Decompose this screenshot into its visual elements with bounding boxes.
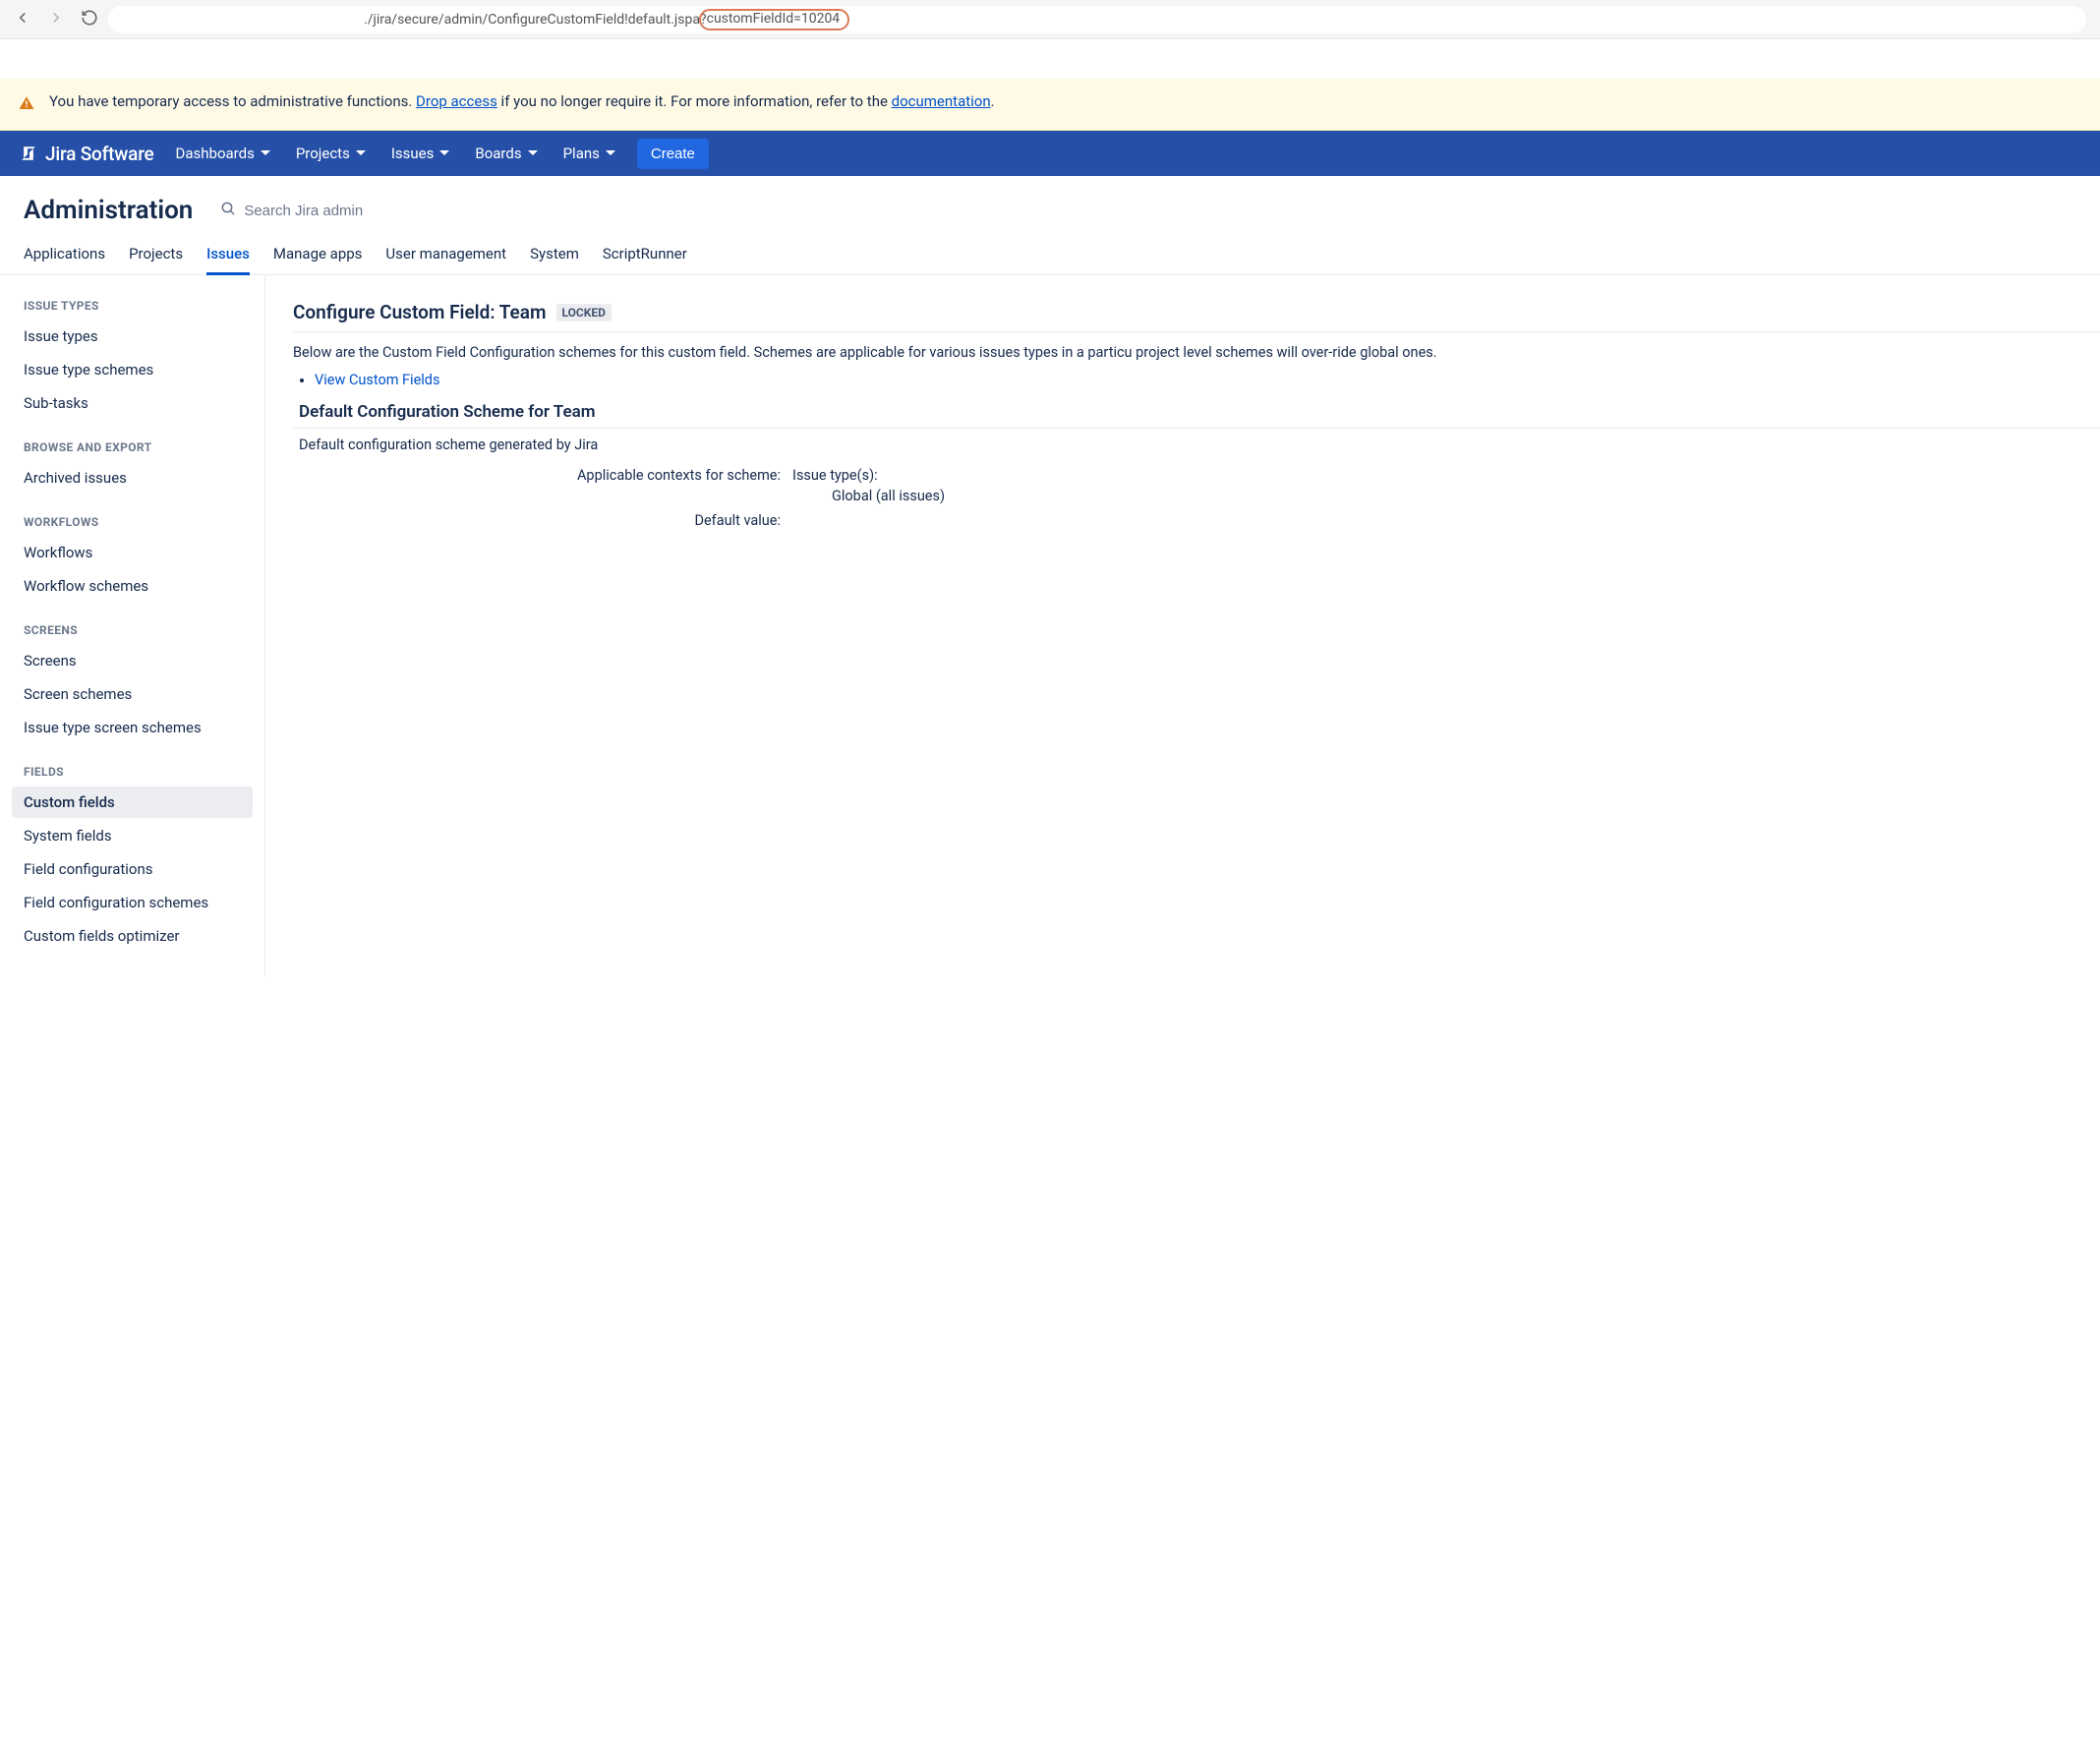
banner-text-mid: if you no longer require it. For more in… xyxy=(497,92,892,110)
nav-boards[interactable]: Boards xyxy=(471,145,541,162)
sidebar-item-issue-types[interactable]: Issue types xyxy=(12,321,253,352)
sidebar-item-screen-schemes[interactable]: Screen schemes xyxy=(12,678,253,710)
banner-text: You have temporary access to administrat… xyxy=(49,92,416,110)
scheme-description: Default configuration scheme generated b… xyxy=(293,429,2100,467)
tab-scriptrunner[interactable]: ScriptRunner xyxy=(603,245,687,274)
issue-types-label: Issue type(s): xyxy=(792,467,878,484)
chevron-down-icon xyxy=(439,148,449,158)
admin-header: Administration xyxy=(0,176,2100,235)
sidebar-item-issue-type-schemes[interactable]: Issue type schemes xyxy=(12,354,253,385)
admin-tabs: Applications Projects Issues Manage apps… xyxy=(0,235,2100,275)
sidebar-group-issue-types: ISSUE TYPES xyxy=(24,299,253,313)
page-description: Below are the Custom Field Configuration… xyxy=(293,342,2100,364)
url-highlighted: customFieldId=10204 xyxy=(699,9,850,30)
admin-title: Administration xyxy=(24,196,193,225)
documentation-link[interactable]: documentation xyxy=(892,92,991,110)
sidebar-item-issue-type-screen-schemes[interactable]: Issue type screen schemes xyxy=(12,712,253,743)
sidebar-item-archived-issues[interactable]: Archived issues xyxy=(12,462,253,494)
chevron-down-icon xyxy=(356,148,366,158)
tab-user-management[interactable]: User management xyxy=(385,245,506,274)
reload-icon[interactable] xyxy=(81,9,98,30)
main-content: Configure Custom Field: Team LOCKED Belo… xyxy=(265,275,2100,977)
chevron-down-icon xyxy=(606,148,615,158)
jira-logo[interactable]: Jira Software xyxy=(18,143,154,165)
tab-applications[interactable]: Applications xyxy=(24,245,105,274)
admin-access-banner: You have temporary access to administrat… xyxy=(0,79,2100,131)
nav-dashboards[interactable]: Dashboards xyxy=(172,145,274,162)
sidebar-item-system-fields[interactable]: System fields xyxy=(12,820,253,851)
sidebar-item-field-configuration-schemes[interactable]: Field configuration schemes xyxy=(12,887,253,918)
locked-badge: LOCKED xyxy=(556,304,612,321)
sidebar-group-workflows: WORKFLOWS xyxy=(24,515,253,529)
view-custom-fields-link[interactable]: View Custom Fields xyxy=(315,372,439,388)
sidebar-group-screens: SCREENS xyxy=(24,623,253,637)
top-navigation: Jira Software Dashboards Projects Issues… xyxy=(0,131,2100,176)
admin-search-input[interactable] xyxy=(244,203,440,219)
page-title: Configure Custom Field: Team xyxy=(293,301,547,323)
chevron-down-icon xyxy=(528,148,538,158)
tab-system[interactable]: System xyxy=(530,245,579,274)
sidebar: ISSUE TYPES Issue types Issue type schem… xyxy=(0,275,265,977)
sidebar-item-workflow-schemes[interactable]: Workflow schemes xyxy=(12,570,253,602)
sidebar-item-custom-fields-optimizer[interactable]: Custom fields optimizer xyxy=(12,920,253,952)
sidebar-item-custom-fields[interactable]: Custom fields xyxy=(12,787,253,818)
scheme-heading: Default Configuration Scheme for Team xyxy=(293,402,2100,429)
url-bar[interactable]: ./jira/secure/admin/ConfigureCustomField… xyxy=(108,6,2086,33)
search-icon xyxy=(220,201,236,220)
sidebar-group-fields: FIELDS xyxy=(24,765,253,779)
sidebar-item-field-configurations[interactable]: Field configurations xyxy=(12,853,253,885)
back-icon[interactable] xyxy=(14,9,31,30)
sidebar-item-screens[interactable]: Screens xyxy=(12,645,253,676)
chevron-down-icon xyxy=(261,148,270,158)
default-value-label: Default value: xyxy=(293,512,792,529)
forward-icon[interactable] xyxy=(47,9,65,30)
tab-issues[interactable]: Issues xyxy=(206,245,250,275)
nav-issues[interactable]: Issues xyxy=(387,145,454,162)
browser-chrome: ./jira/secure/admin/ConfigureCustomField… xyxy=(0,0,2100,39)
tab-projects[interactable]: Projects xyxy=(129,245,183,274)
banner-text-after: . xyxy=(991,92,995,110)
sidebar-item-sub-tasks[interactable]: Sub-tasks xyxy=(12,387,253,419)
nav-projects[interactable]: Projects xyxy=(292,145,370,162)
url-text: ./jira/secure/admin/ConfigureCustomField… xyxy=(364,12,707,28)
contexts-label: Applicable contexts for scheme: xyxy=(293,467,792,504)
sidebar-item-workflows[interactable]: Workflows xyxy=(12,537,253,568)
nav-plans[interactable]: Plans xyxy=(559,145,619,162)
issue-types-value: Global (all issues) xyxy=(792,488,2100,504)
tab-manage-apps[interactable]: Manage apps xyxy=(273,245,363,274)
drop-access-link[interactable]: Drop access xyxy=(416,92,497,110)
sidebar-group-browse-export: BROWSE AND EXPORT xyxy=(24,440,253,454)
admin-search[interactable] xyxy=(220,201,440,220)
warning-icon xyxy=(18,94,35,116)
create-button[interactable]: Create xyxy=(637,139,709,169)
